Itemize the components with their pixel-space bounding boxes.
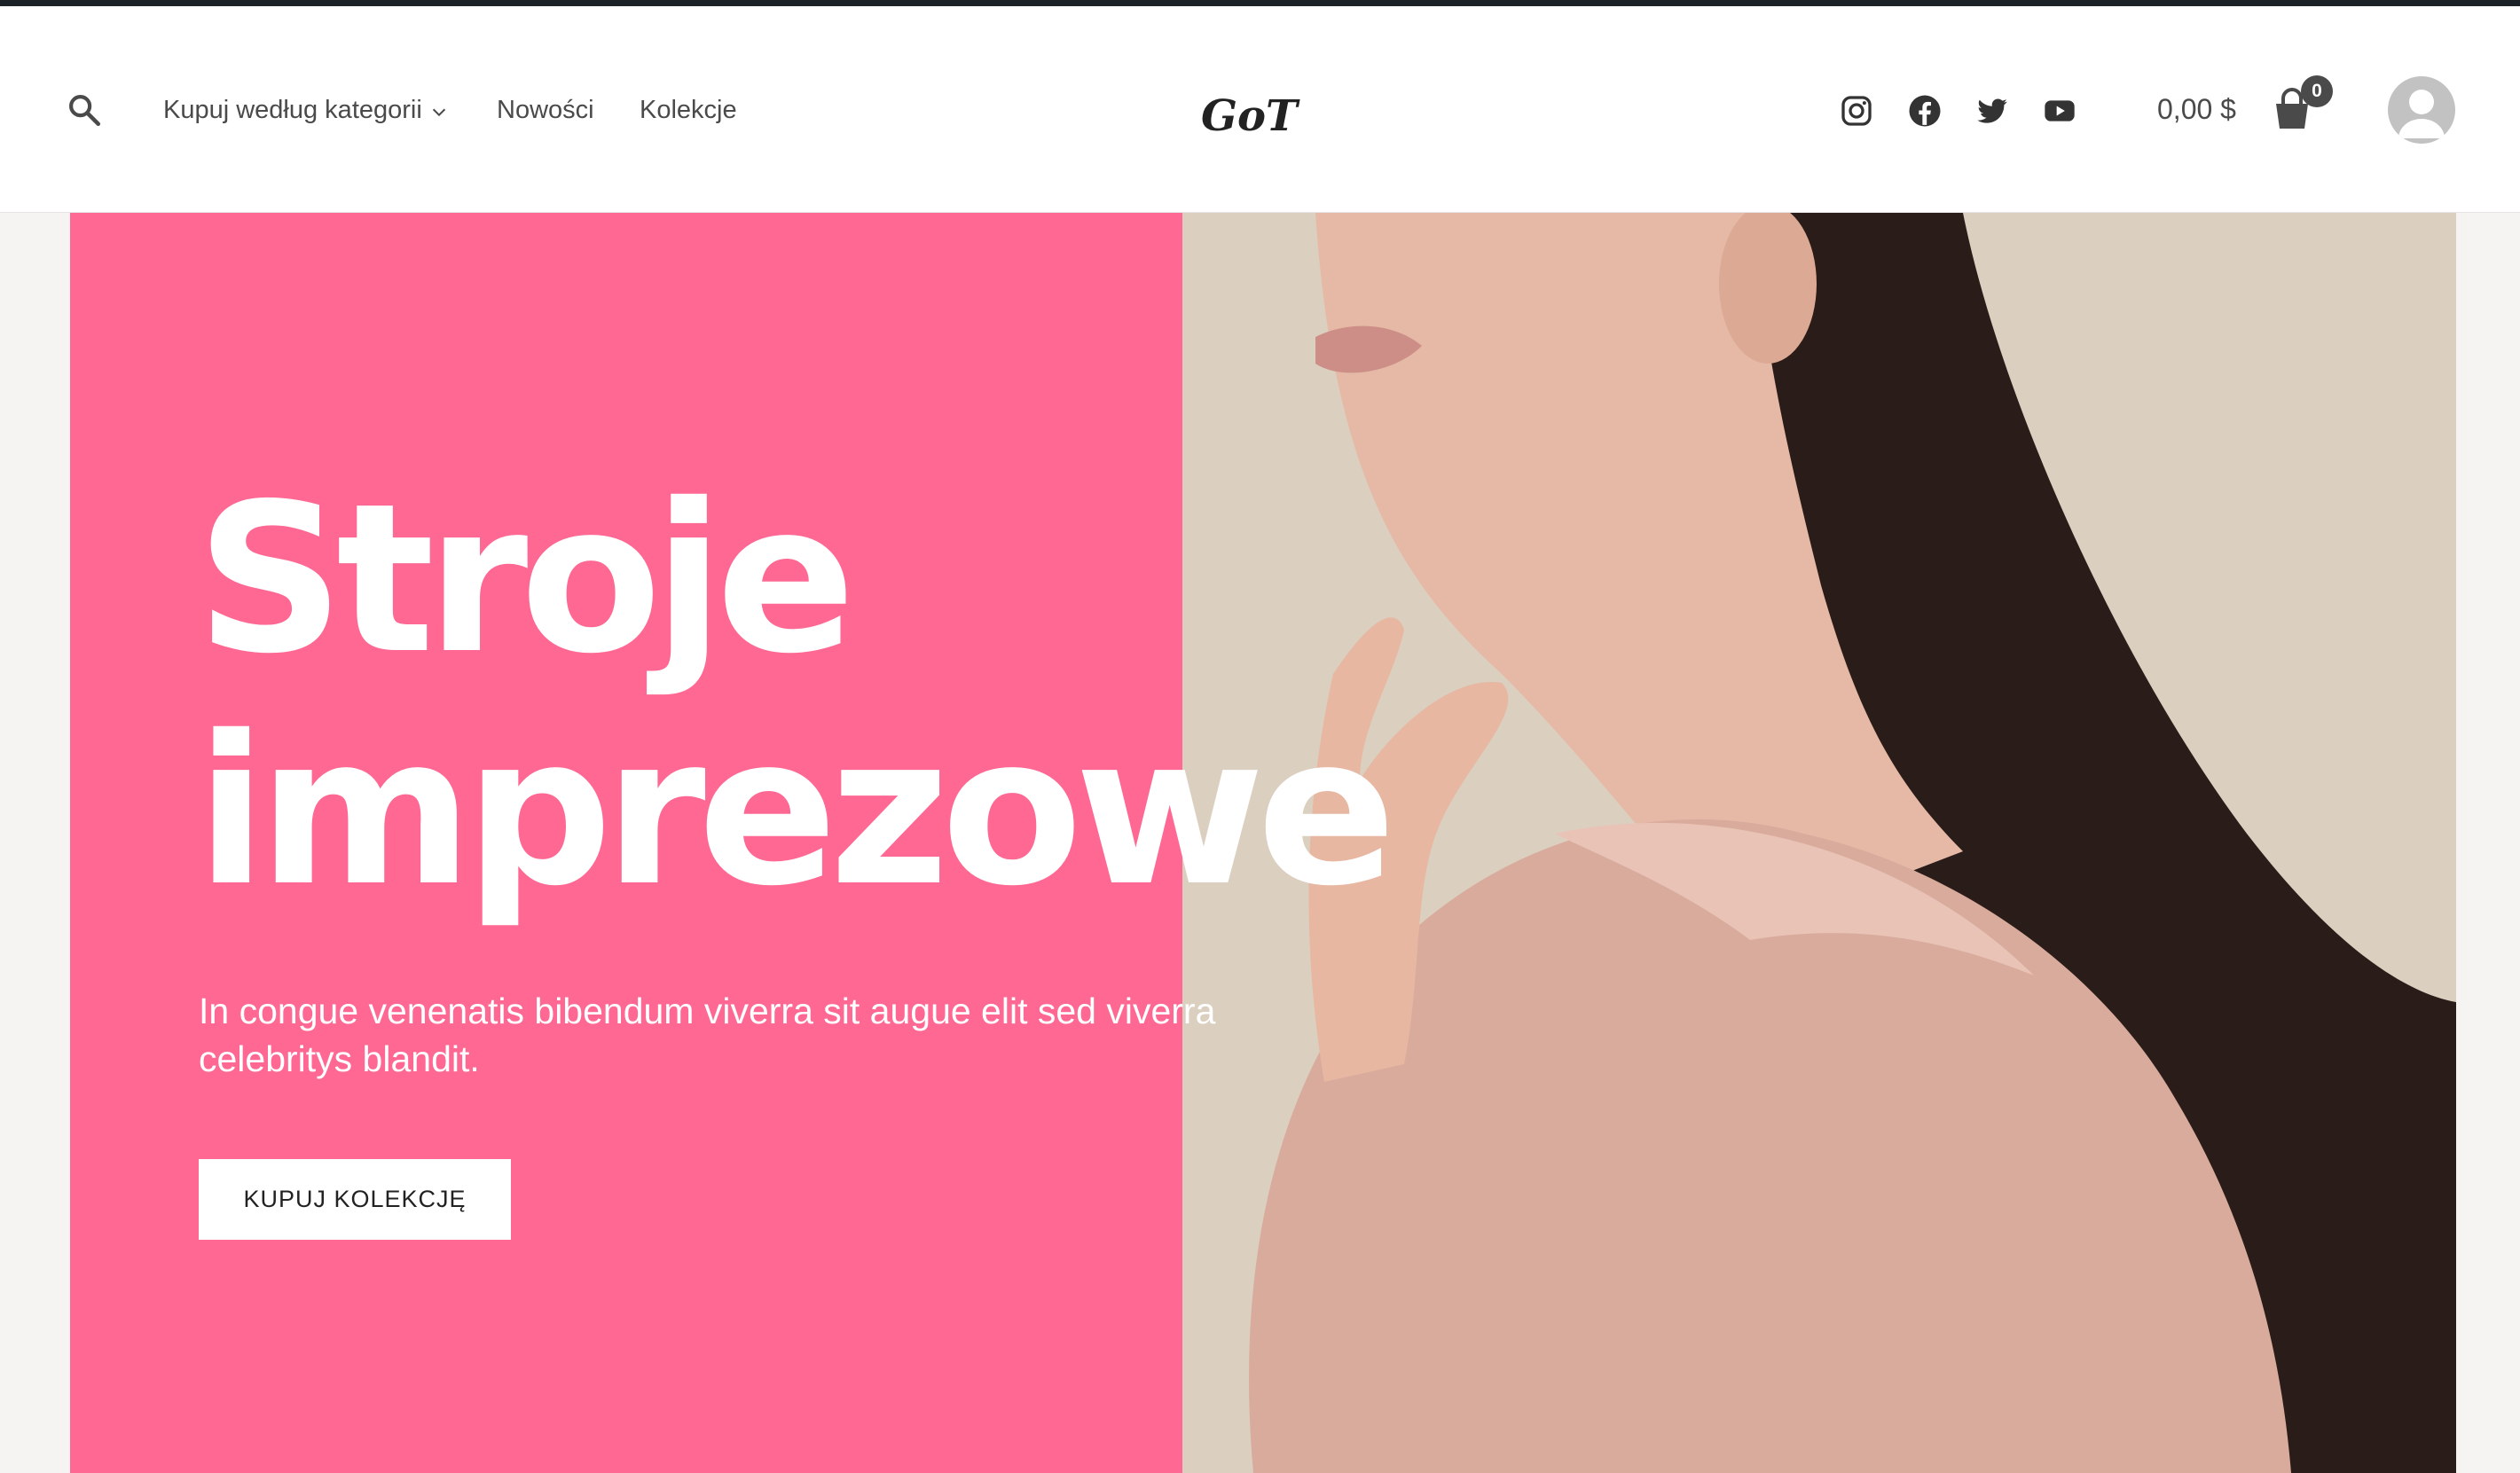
user-avatar[interactable] [2388, 76, 2455, 144]
cart-count-badge: 0 [2301, 75, 2333, 107]
twitter-icon[interactable] [1974, 93, 2010, 129]
youtube-icon[interactable] [2042, 93, 2077, 129]
search-icon[interactable] [66, 91, 103, 129]
hero-title: Stroje imprezowe [196, 459, 1396, 931]
cart-total[interactable]: 0,00 $ [2157, 88, 2236, 130]
site-logo[interactable]: GoT [1199, 72, 1300, 148]
chevron-down-icon[interactable] [429, 102, 449, 121]
nav-shop-by-category[interactable]: Kupuj według kategorii [163, 91, 422, 129]
shop-collection-button[interactable]: KUPUJ KOLEKCJĘ [199, 1159, 511, 1240]
top-border-bar [0, 0, 2520, 6]
svg-text:GoT: GoT [1201, 91, 1300, 141]
hero-subtitle: In congue venenatis bibendum viverra sit… [199, 991, 1216, 1079]
instagram-icon[interactable] [1839, 93, 1874, 129]
nav-collections[interactable]: Kolekcje [640, 91, 737, 129]
nav-new-arrivals[interactable]: Nowości [497, 91, 594, 129]
hero-banner: Stroje imprezowe In congue venenatis bib… [70, 213, 2456, 1473]
facebook-icon[interactable] [1907, 93, 1943, 129]
site-header: Kupuj według kategorii Nowości Kolekcje … [0, 6, 2520, 213]
